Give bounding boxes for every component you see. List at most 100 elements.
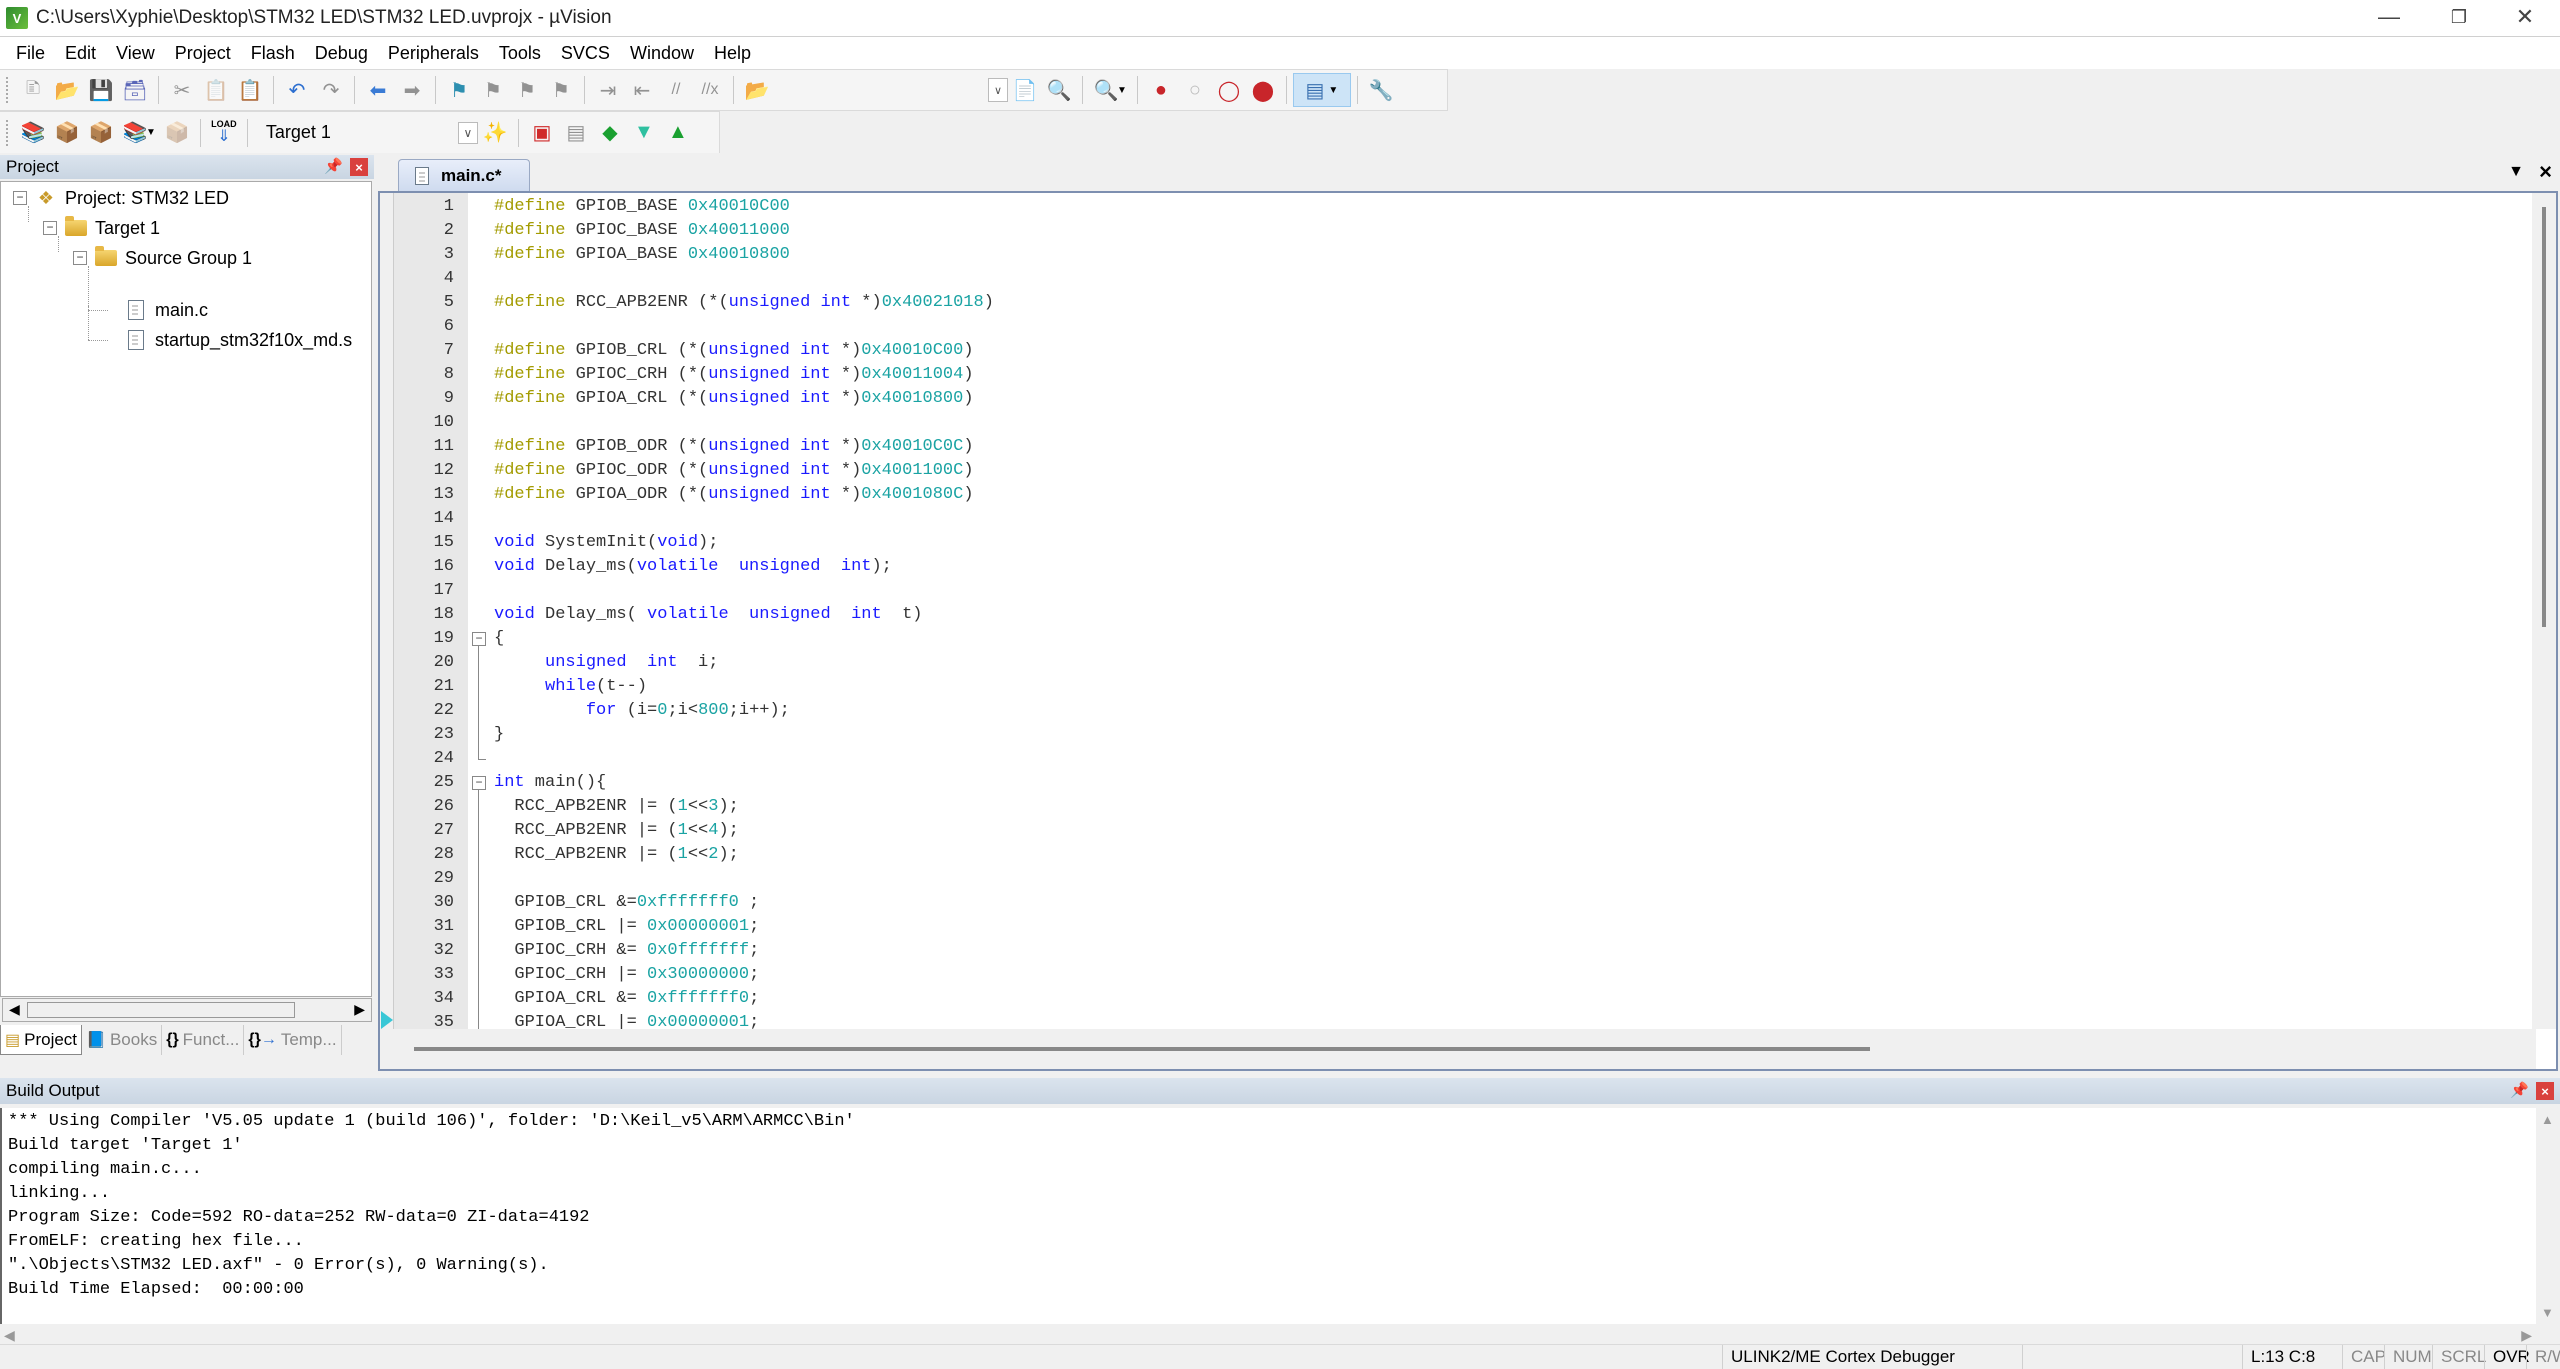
find-button[interactable]: 📄 <box>1008 73 1042 107</box>
paste-button[interactable]: 📋 <box>233 73 267 107</box>
pack-installer-button[interactable]: ▼ <box>627 116 661 150</box>
manage-rte-button[interactable]: ▤ <box>559 116 593 150</box>
rebuild-button[interactable]: 📦 <box>84 116 118 150</box>
tree-item-file[interactable]: startup_stm32f10x_md.s <box>123 326 352 354</box>
code-line[interactable]: GPIOC_CRH &= 0x0fffffff; <box>494 939 759 963</box>
close-panel-button[interactable]: × <box>350 158 368 176</box>
collapse-icon[interactable]: − <box>43 221 57 235</box>
menu-svcs[interactable]: SVCS <box>551 43 620 64</box>
code-line[interactable]: GPIOC_CRH |= 0x30000000; <box>494 963 759 987</box>
menu-window[interactable]: Window <box>620 43 704 64</box>
code-line[interactable]: #define GPIOC_CRH (*(unsigned int *)0x40… <box>494 363 974 387</box>
cut-button[interactable]: ✂ <box>165 73 199 107</box>
code-line[interactable]: #define GPIOA_BASE 0x40010800 <box>494 243 790 267</box>
build-vertical-scrollbar[interactable]: ▲ ▼ <box>2536 1108 2560 1324</box>
scroll-right-icon[interactable]: ▶ <box>2521 1327 2532 1344</box>
scroll-left-icon[interactable]: ◀ <box>4 1327 15 1344</box>
code-line[interactable]: #define GPIOA_CRL (*(unsigned int *)0x40… <box>494 387 974 411</box>
download-button[interactable]: LOAD ⇓ <box>207 116 241 150</box>
code-line[interactable]: RCC_APB2ENR |= (1<<4); <box>494 819 738 843</box>
code-line[interactable]: RCC_APB2ENR |= (1<<2); <box>494 843 738 867</box>
code-line[interactable]: #define RCC_APB2ENR (*(unsigned int *)0x… <box>494 291 994 315</box>
redo-button[interactable]: ↷ <box>314 73 348 107</box>
code-line[interactable]: unsigned int i; <box>494 651 718 675</box>
incremental-find-button[interactable]: 🔍 <box>1042 73 1076 107</box>
scroll-up-icon[interactable]: ▲ <box>2541 1112 2554 1127</box>
disable-all-breakpoints-button[interactable]: ◯ <box>1212 73 1246 107</box>
code-line[interactable]: GPIOB_CRL |= 0x00000001; <box>494 915 759 939</box>
kill-all-breakpoints-button[interactable]: ⬤ <box>1246 73 1280 107</box>
navigate-back-button[interactable]: ⬅ <box>361 73 395 107</box>
insert-bookmark-button[interactable]: ⚑ <box>442 73 476 107</box>
scroll-right-icon[interactable]: ▶ <box>354 1001 365 1018</box>
target-options-button[interactable]: ✨ <box>478 116 512 150</box>
editor-vertical-scrollbar[interactable] <box>2532 193 2556 1029</box>
code-line[interactable]: void Delay_ms( volatile unsigned int t) <box>494 603 922 627</box>
tab-functions[interactable]: {} Funct... <box>162 1025 245 1055</box>
comment-button[interactable]: // <box>659 73 693 107</box>
select-packs-button[interactable]: ◆ <box>593 116 627 150</box>
close-window-button[interactable]: ✕ <box>2490 0 2560 34</box>
undo-button[interactable]: ↶ <box>280 73 314 107</box>
project-horizontal-scrollbar[interactable]: ◀ ▶ <box>2 998 372 1022</box>
find-in-files-button[interactable]: 📂 <box>740 73 774 107</box>
open-file-button[interactable]: 📂 <box>50 73 84 107</box>
code-line[interactable]: while(t--) <box>494 675 647 699</box>
build-button[interactable]: 📦 <box>50 116 84 150</box>
code-line[interactable]: #define GPIOC_ODR (*(unsigned int *)0x40… <box>494 459 974 483</box>
code-line[interactable]: #define GPIOB_BASE 0x40010C00 <box>494 195 790 219</box>
dropdown-arrow-icon[interactable]: ▼ <box>1117 85 1127 96</box>
prev-bookmark-button[interactable]: ⚑ <box>476 73 510 107</box>
tab-main-c[interactable]: main.c* <box>398 159 530 191</box>
code-editor[interactable]: 1 2 3 4 5 6 7 8 9 10 11 12 13 14 15 16 17 18 19 20 21 22 23 24 2… <box>378 191 2558 1071</box>
fold-collapse-icon[interactable]: − <box>472 632 486 646</box>
menu-help[interactable]: Help <box>704 43 761 64</box>
configure-button[interactable]: 🔧 <box>1364 73 1398 107</box>
tree-item-source-group[interactable]: − Source Group 1 <box>73 244 252 272</box>
unindent-button[interactable]: ⇤ <box>625 73 659 107</box>
pin-icon[interactable]: 📌 <box>2510 1081 2529 1099</box>
save-button[interactable]: 💾 <box>84 73 118 107</box>
uncomment-button[interactable]: //x <box>693 73 727 107</box>
menu-flash[interactable]: Flash <box>241 43 305 64</box>
tab-books[interactable]: 📘 Books <box>82 1025 163 1055</box>
chevron-down-icon[interactable]: ∨ <box>457 121 478 144</box>
collapse-icon[interactable]: − <box>73 251 87 265</box>
code-line[interactable]: #define GPIOB_CRL (*(unsigned int *)0x40… <box>494 339 974 363</box>
code-line[interactable]: RCC_APB2ENR |= (1<<3); <box>494 795 738 819</box>
menu-tools[interactable]: Tools <box>489 43 551 64</box>
pin-icon[interactable]: 📌 <box>324 157 343 175</box>
tab-list-dropdown-icon[interactable]: ▼ <box>2508 163 2524 181</box>
code-line[interactable]: void Delay_ms(volatile unsigned int); <box>494 555 892 579</box>
tree-item-file[interactable]: main.c <box>123 296 208 324</box>
code-line[interactable]: for (i=0;i<800;i++); <box>494 699 790 723</box>
menu-view[interactable]: View <box>106 43 165 64</box>
window-layout-button[interactable]: ▤ ▼ <box>1292 73 1351 107</box>
scroll-down-icon[interactable]: ▼ <box>2541 1305 2554 1320</box>
indent-button[interactable]: ⇥ <box>591 73 625 107</box>
code-line[interactable]: int main(){ <box>494 771 606 795</box>
collapse-icon[interactable]: − <box>13 191 27 205</box>
translate-button[interactable]: 📚 <box>16 116 50 150</box>
menu-debug[interactable]: Debug <box>305 43 378 64</box>
dropdown-arrow-icon[interactable]: ▼ <box>146 127 156 138</box>
scrollbar-thumb[interactable] <box>27 1002 295 1018</box>
code-line[interactable]: GPIOB_CRL &=0xfffffff0 ; <box>494 891 759 915</box>
toolbar-grip[interactable] <box>6 77 10 103</box>
code-line[interactable]: #define GPIOC_BASE 0x40011000 <box>494 219 790 243</box>
close-panel-button[interactable]: × <box>2536 1082 2554 1100</box>
menu-edit[interactable]: Edit <box>55 43 106 64</box>
restore-button[interactable]: ❐ <box>2424 0 2494 34</box>
code-line[interactable]: GPIOA_CRL &= 0xfffffff0; <box>494 987 759 1011</box>
code-line[interactable]: } <box>494 723 504 747</box>
breakpoint-margin[interactable] <box>380 193 394 1029</box>
code-line[interactable]: #define GPIOB_ODR (*(unsigned int *)0x40… <box>494 435 974 459</box>
target-select[interactable]: Target 1 ∨ <box>258 118 478 148</box>
minimize-button[interactable]: — <box>2354 0 2424 34</box>
code-line[interactable]: void SystemInit(void); <box>494 531 718 555</box>
scrollbar-thumb[interactable] <box>414 1047 1870 1051</box>
fold-collapse-icon[interactable]: − <box>472 776 486 790</box>
file-extensions-button[interactable]: ▣ <box>525 116 559 150</box>
tree-item-target[interactable]: − Target 1 <box>43 214 160 242</box>
insert-breakpoint-button[interactable]: ● <box>1144 73 1178 107</box>
